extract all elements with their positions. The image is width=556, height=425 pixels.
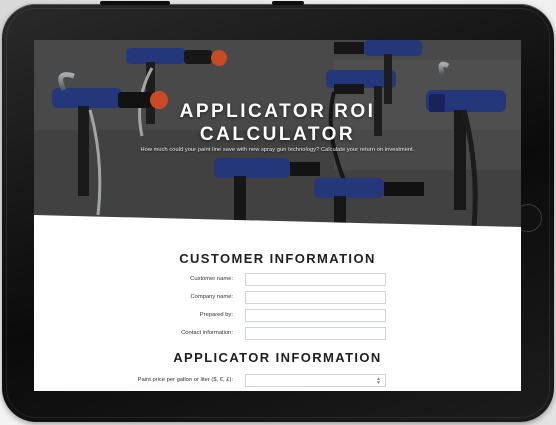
prepared-by-label: Prepared by: bbox=[199, 312, 233, 318]
page-title-line-1: APPLICATOR ROI bbox=[179, 101, 376, 122]
paint-price-select[interactable]: ▲ ▼ bbox=[245, 374, 386, 387]
tablet-top-button-right bbox=[272, 1, 304, 5]
page-subtitle: How much could your paint line save with… bbox=[140, 147, 415, 153]
page-title: APPLICATOR ROI CALCULATOR bbox=[34, 100, 521, 146]
select-updown-icon: ▲ ▼ bbox=[376, 376, 381, 386]
prepared-by-row: Prepared by: bbox=[34, 309, 521, 323]
customer-name-row: Customer name: bbox=[34, 273, 521, 287]
customer-information-heading: CUSTOMER INFORMATION bbox=[179, 251, 376, 266]
company-name-input[interactable] bbox=[245, 291, 386, 304]
company-name-row: Company name: bbox=[34, 291, 521, 305]
company-name-label: Company name: bbox=[190, 294, 233, 300]
hero-diagonal-divider bbox=[34, 215, 521, 230]
applicator-information-heading: APPLICATOR INFORMATION bbox=[173, 350, 382, 365]
prepared-by-input[interactable] bbox=[245, 309, 386, 322]
page-title-line-2: CALCULATOR bbox=[199, 124, 356, 145]
tablet-top-button-left bbox=[100, 1, 170, 5]
contact-information-label: Contact information: bbox=[181, 330, 233, 336]
customer-name-label: Customer name: bbox=[190, 276, 233, 282]
tablet-screen: APPLICATOR ROI CALCULATOR How much could… bbox=[34, 40, 521, 391]
paint-price-row: Paint price per gallon or liter ($, €, £… bbox=[34, 374, 521, 388]
hero-banner: APPLICATOR ROI CALCULATOR How much could… bbox=[34, 40, 521, 227]
paint-price-label: Paint price per gallon or liter ($, €, £… bbox=[137, 377, 233, 383]
contact-information-row: Contact information: bbox=[34, 327, 521, 341]
contact-information-input[interactable] bbox=[245, 327, 386, 340]
customer-name-input[interactable] bbox=[245, 273, 386, 286]
